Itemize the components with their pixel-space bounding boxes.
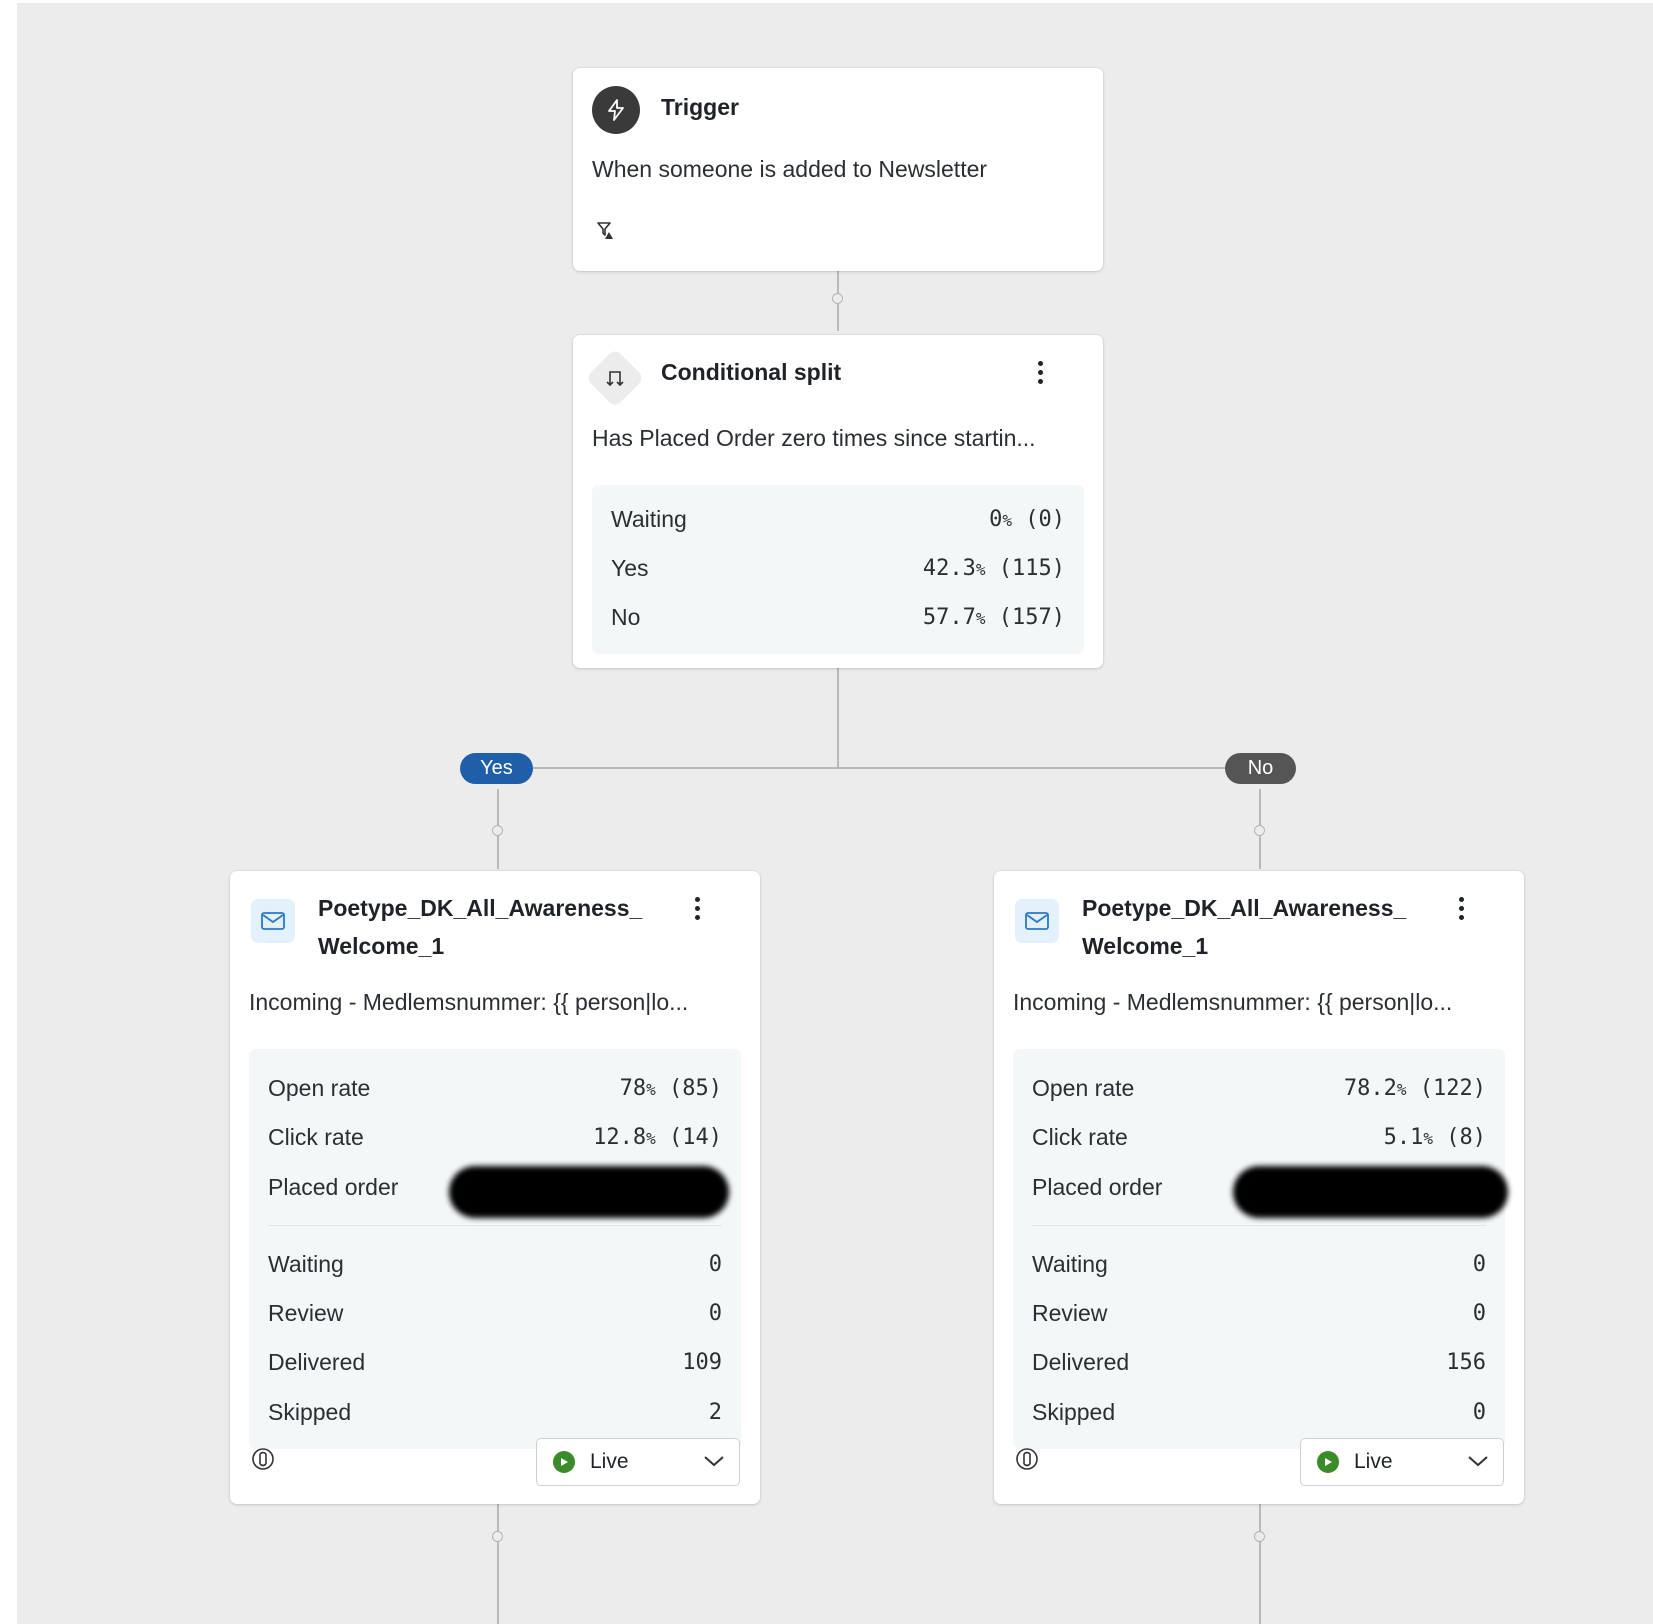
lightning-icon (592, 86, 640, 134)
email-stats-panel: Open rate 78% (85) Click rate 12.8% (14)… (249, 1049, 741, 1449)
connector-node (492, 825, 503, 836)
stat-click-rate: Click rate 12.8% (14) (268, 1123, 722, 1150)
stat-waiting: Waiting 0 (268, 1250, 722, 1277)
stat-review: Review 0 (268, 1299, 722, 1326)
stat-waiting: Waiting 0 (1032, 1250, 1486, 1277)
email-title: Poetype_DK_All_Awareness_ Welcome_1 (1082, 895, 1407, 959)
email-title: Poetype_DK_All_Awareness_ Welcome_1 (318, 895, 643, 959)
status-select[interactable]: Live (536, 1438, 740, 1486)
branch-horizontal-line (497, 767, 1242, 769)
email-icon (1015, 899, 1059, 943)
status-select[interactable]: Live (1300, 1438, 1504, 1486)
email-card-yes[interactable]: Poetype_DK_All_Awareness_ Welcome_1 Inco… (230, 871, 760, 1504)
status-label: Live (590, 1450, 629, 1473)
link-icon[interactable] (247, 1443, 279, 1475)
redacted-value (1233, 1166, 1508, 1218)
connector-split-branches (837, 668, 839, 768)
email-more-options-icon[interactable] (685, 891, 709, 925)
trigger-description: When someone is added to Newsletter (592, 156, 988, 182)
split-stat-yes: Yes 42.3% (115) (611, 554, 1065, 581)
flow-canvas[interactable]: Trigger When someone is added to Newslet… (17, 3, 1653, 1624)
split-title: Conditional split (661, 359, 842, 385)
connector-right-bottom (1259, 1503, 1261, 1624)
branch-no-label[interactable]: No (1225, 753, 1296, 784)
connector-node (1254, 825, 1265, 836)
stats-divider (1032, 1225, 1486, 1226)
email-icon (251, 899, 295, 943)
email-stats-panel: Open rate 78.2% (122) Click rate 5.1% (8… (1013, 1049, 1508, 1449)
stat-skipped: Skipped 2 (268, 1398, 722, 1425)
split-stat-no: No 57.7% (157) (611, 603, 1065, 630)
status-label: Live (1354, 1450, 1393, 1473)
stat-delivered: Delivered 156 (1032, 1348, 1486, 1375)
live-status-icon (553, 1451, 575, 1473)
split-description: Has Placed Order zero times since starti… (592, 425, 1036, 451)
trigger-title: Trigger (661, 94, 739, 120)
filter-icon[interactable] (590, 214, 622, 246)
stat-review: Review 0 (1032, 1299, 1486, 1326)
connector-node (832, 293, 843, 304)
chevron-down-icon (704, 1456, 724, 1467)
stat-open-rate: Open rate 78.2% (122) (1032, 1074, 1486, 1101)
split-more-options-icon[interactable] (1028, 355, 1052, 389)
stat-skipped: Skipped 0 (1032, 1398, 1486, 1425)
split-icon (585, 348, 645, 408)
stat-click-rate: Click rate 5.1% (8) (1032, 1123, 1486, 1150)
trigger-card[interactable]: Trigger When someone is added to Newslet… (573, 68, 1103, 271)
connector-node (1254, 1531, 1265, 1542)
redacted-value (449, 1166, 729, 1218)
connector-left-bottom (497, 1503, 499, 1624)
stat-open-rate: Open rate 78% (85) (268, 1074, 722, 1101)
stat-delivered: Delivered 109 (268, 1348, 722, 1375)
connector-node (492, 1531, 503, 1542)
link-icon[interactable] (1011, 1443, 1043, 1475)
stats-divider (268, 1225, 722, 1226)
email-description: Incoming - Medlemsnummer: {{ person|lo..… (249, 989, 689, 1015)
split-stats-panel: Waiting 0% (0) Yes 42.3% (115) No 57.7% … (592, 485, 1084, 654)
branch-yes-label[interactable]: Yes (460, 753, 533, 784)
conditional-split-card[interactable]: Conditional split Has Placed Order zero … (573, 335, 1103, 668)
email-more-options-icon[interactable] (1449, 891, 1473, 925)
live-status-icon (1317, 1451, 1339, 1473)
email-card-no[interactable]: Poetype_DK_All_Awareness_ Welcome_1 Inco… (994, 871, 1524, 1504)
email-description: Incoming - Medlemsnummer: {{ person|lo..… (1013, 989, 1453, 1015)
split-stat-waiting: Waiting 0% (0) (611, 505, 1065, 532)
chevron-down-icon (1468, 1456, 1488, 1467)
